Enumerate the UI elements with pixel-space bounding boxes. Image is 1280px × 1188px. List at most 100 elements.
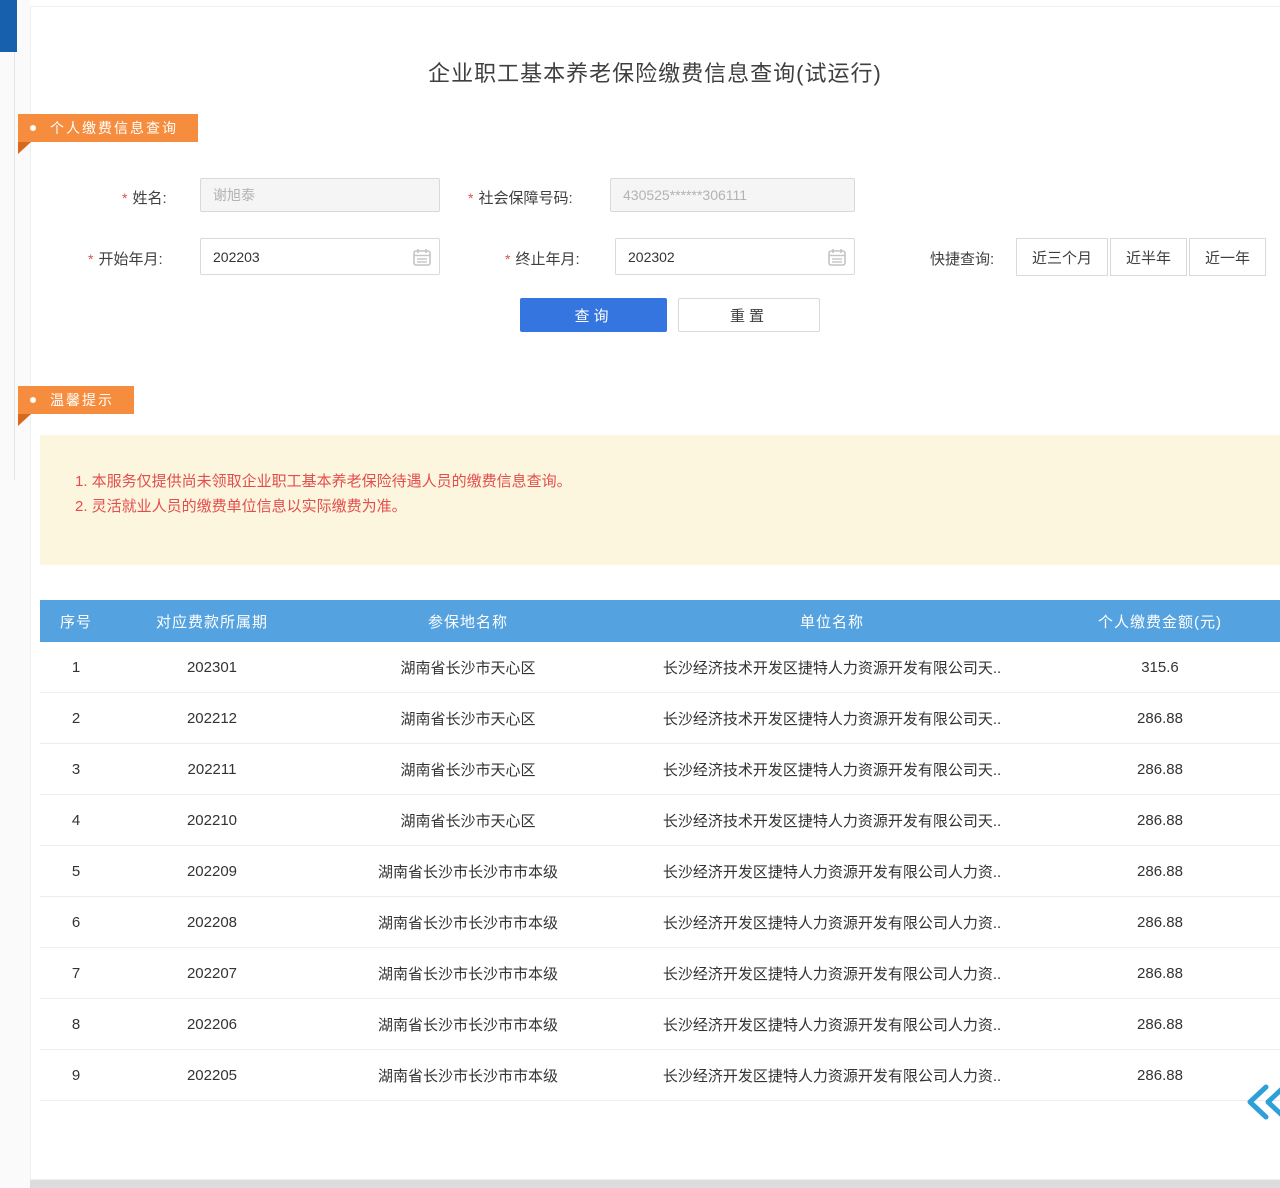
table-row: 5202209湖南省长沙市长沙市市本级长沙经济开发区捷特人力资源开发有限公司人力…: [40, 846, 1280, 897]
quick-query-button[interactable]: 近三个月: [1016, 238, 1108, 276]
table-cell: 7: [40, 948, 112, 999]
table-cell: 8: [40, 999, 112, 1050]
table-cell: 202211: [112, 744, 312, 795]
table-row: 7202207湖南省长沙市长沙市市本级长沙经济开发区捷特人力资源开发有限公司人力…: [40, 948, 1280, 999]
table-cell: 湖南省长沙市长沙市市本级: [312, 1050, 624, 1101]
table-cell: 湖南省长沙市长沙市市本级: [312, 999, 624, 1050]
table-cell: 长沙经济开发区捷特人力资源开发有限公司人力资..: [624, 897, 1040, 948]
results-table: 序号对应费款所属期参保地名称单位名称个人缴费金额(元) 1202301湖南省长沙…: [40, 600, 1280, 1101]
table-cell: 湖南省长沙市天心区: [312, 642, 624, 693]
table-cell: 长沙经济开发区捷特人力资源开发有限公司人力资..: [624, 846, 1040, 897]
left-panel-edge: [14, 0, 15, 480]
start-month-label: *开始年月:: [88, 248, 163, 269]
table-header-cell: 单位名称: [624, 600, 1040, 642]
calendar-icon[interactable]: [827, 247, 847, 267]
table-cell: 湖南省长沙市长沙市市本级: [312, 846, 624, 897]
table-cell: 长沙经济技术开发区捷特人力资源开发有限公司天..: [624, 795, 1040, 846]
table-row: 6202208湖南省长沙市长沙市市本级长沙经济开发区捷特人力资源开发有限公司人力…: [40, 897, 1280, 948]
table-header-cell: 个人缴费金额(元): [1040, 600, 1280, 642]
table-cell: 286.88: [1040, 846, 1280, 897]
top-left-blue-block: [0, 0, 17, 52]
ribbon-fold: [18, 414, 31, 426]
start-month-input[interactable]: [200, 238, 440, 275]
table-body: 1202301湖南省长沙市天心区长沙经济技术开发区捷特人力资源开发有限公司天..…: [40, 642, 1280, 1101]
table-cell: 2: [40, 693, 112, 744]
bottom-scroll-strip: [30, 1180, 1280, 1188]
reset-button[interactable]: 重置: [678, 298, 820, 332]
section-badge-label: 温馨提示: [50, 390, 114, 410]
required-asterisk: *: [505, 251, 510, 267]
table-cell: 长沙经济技术开发区捷特人力资源开发有限公司天..: [624, 744, 1040, 795]
left-gutter: [0, 0, 30, 1188]
table-cell: 202301: [112, 642, 312, 693]
table-cell: 202210: [112, 795, 312, 846]
table-row: 1202301湖南省长沙市天心区长沙经济技术开发区捷特人力资源开发有限公司天..…: [40, 642, 1280, 693]
table-cell: 202212: [112, 693, 312, 744]
table-row: 3202211湖南省长沙市天心区长沙经济技术开发区捷特人力资源开发有限公司天..…: [40, 744, 1280, 795]
ssn-label: *社会保障号码:: [468, 187, 573, 208]
table-cell: 286.88: [1040, 693, 1280, 744]
table-cell: 202207: [112, 948, 312, 999]
table-cell: 长沙经济开发区捷特人力资源开发有限公司人力资..: [624, 948, 1040, 999]
table-header-row: 序号对应费款所属期参保地名称单位名称个人缴费金额(元): [40, 600, 1280, 642]
section-badge-label: 个人缴费信息查询: [50, 118, 178, 138]
notice-line: 2. 灵活就业人员的缴费单位信息以实际缴费为准。: [75, 494, 1260, 519]
table-cell: 202209: [112, 846, 312, 897]
section-badge-personal-query: 个人缴费信息查询: [18, 114, 198, 142]
table-cell: 长沙经济开发区捷特人力资源开发有限公司人力资..: [624, 1050, 1040, 1101]
table-cell: 286.88: [1040, 948, 1280, 999]
table-cell: 4: [40, 795, 112, 846]
page-title: 企业职工基本养老保险缴费信息查询(试运行): [30, 56, 1280, 88]
table-cell: 湖南省长沙市天心区: [312, 744, 624, 795]
table-row: 8202206湖南省长沙市长沙市市本级长沙经济开发区捷特人力资源开发有限公司人力…: [40, 999, 1280, 1050]
notice-line: 1. 本服务仅提供尚未领取企业职工基本养老保险待遇人员的缴费信息查询。: [75, 469, 1260, 494]
table-cell: 湖南省长沙市天心区: [312, 693, 624, 744]
end-month-input[interactable]: [615, 238, 855, 275]
table-cell: 286.88: [1040, 795, 1280, 846]
table-cell: 202206: [112, 999, 312, 1050]
quick-query-label: 快捷查询:: [930, 248, 994, 269]
table-cell: 286.88: [1040, 999, 1280, 1050]
table-cell: 202208: [112, 897, 312, 948]
quick-query-buttons: 近三个月近半年近一年: [1016, 238, 1266, 276]
required-asterisk: *: [88, 251, 93, 267]
table-row: 9202205湖南省长沙市长沙市市本级长沙经济开发区捷特人力资源开发有限公司人力…: [40, 1050, 1280, 1101]
table-cell: 286.88: [1040, 897, 1280, 948]
name-field: [200, 178, 440, 212]
bullet-dot-icon: [30, 125, 36, 131]
quick-query-button[interactable]: 近一年: [1189, 238, 1266, 276]
quick-query-button[interactable]: 近半年: [1110, 238, 1187, 276]
pension-query-page: 企业职工基本养老保险缴费信息查询(试运行) 个人缴费信息查询 *姓名: *社会保…: [0, 0, 1280, 1188]
bullet-dot-icon: [30, 397, 36, 403]
ssn-field: [610, 178, 855, 212]
table-row: 4202210湖南省长沙市天心区长沙经济技术开发区捷特人力资源开发有限公司天..…: [40, 795, 1280, 846]
calendar-icon[interactable]: [412, 247, 432, 267]
required-asterisk: *: [468, 190, 473, 206]
ribbon-fold: [18, 142, 31, 154]
query-button[interactable]: 查询: [520, 298, 667, 332]
table-cell: 湖南省长沙市长沙市市本级: [312, 897, 624, 948]
end-month-label: *终止年月:: [505, 248, 580, 269]
table-cell: 286.88: [1040, 744, 1280, 795]
notice-panel: 1. 本服务仅提供尚未领取企业职工基本养老保险待遇人员的缴费信息查询。2. 灵活…: [40, 435, 1280, 565]
table-cell: 1: [40, 642, 112, 693]
table-cell: 315.6: [1040, 642, 1280, 693]
table-header-cell: 参保地名称: [312, 600, 624, 642]
required-asterisk: *: [122, 190, 127, 206]
name-label: *姓名:: [122, 187, 167, 208]
table-cell: 3: [40, 744, 112, 795]
table-cell: 长沙经济技术开发区捷特人力资源开发有限公司天..: [624, 642, 1040, 693]
table-row: 2202212湖南省长沙市天心区长沙经济技术开发区捷特人力资源开发有限公司天..…: [40, 693, 1280, 744]
table-cell: 5: [40, 846, 112, 897]
table-header-cell: 序号: [40, 600, 112, 642]
table-cell: 长沙经济技术开发区捷特人力资源开发有限公司天..: [624, 693, 1040, 744]
table-cell: 长沙经济开发区捷特人力资源开发有限公司人力资..: [624, 999, 1040, 1050]
table-cell: 湖南省长沙市天心区: [312, 795, 624, 846]
table-cell: 202205: [112, 1050, 312, 1101]
table-header-cell: 对应费款所属期: [112, 600, 312, 642]
double-chevron-left-icon[interactable]: [1244, 1082, 1280, 1122]
table-cell: 湖南省长沙市长沙市市本级: [312, 948, 624, 999]
table-cell: 9: [40, 1050, 112, 1101]
table-cell: 6: [40, 897, 112, 948]
section-badge-tips: 温馨提示: [18, 386, 134, 414]
